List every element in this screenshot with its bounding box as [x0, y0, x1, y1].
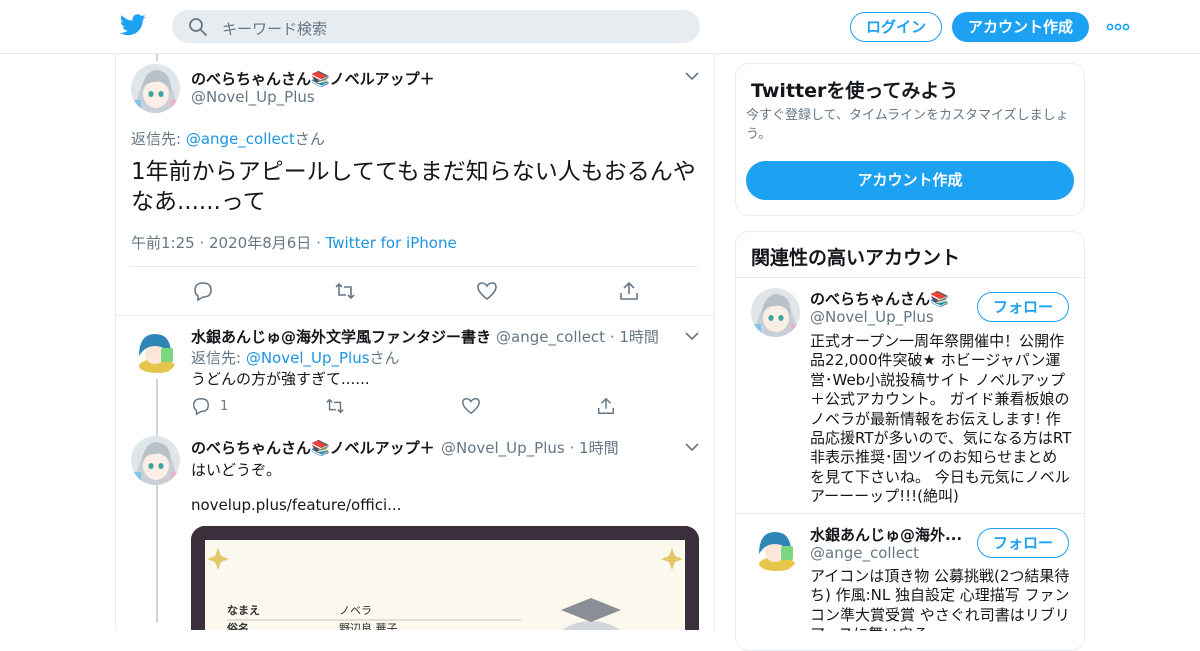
like-icon[interactable] — [461, 396, 481, 416]
login-button[interactable]: ログイン — [850, 12, 942, 42]
reply-time[interactable]: 1時間 — [619, 328, 659, 346]
top-navigation-bar: キーワード検索 ログイン アカウント作成 — [0, 0, 1200, 54]
reply-author-handle[interactable]: @Novel_Up_Plus — [441, 439, 565, 457]
reply-author-handle-and-time: @Novel_Up_Plus · 1時間 — [441, 437, 619, 458]
media-value: ノベラ — [339, 604, 372, 617]
tweet-author-handle[interactable]: @Novel_Up_Plus — [191, 88, 315, 106]
like-icon[interactable] — [476, 280, 498, 302]
card-subtitle: 今すぐ登録して、タイムラインをカスタマイズしましょう。 — [746, 108, 1069, 142]
tweet-text: 1年前からアピールしててもまだ知らない人もおるんやなあ......って — [131, 159, 696, 215]
avatar-image — [751, 524, 800, 573]
search-box[interactable]: キーワード検索 — [172, 10, 700, 43]
divider — [736, 513, 1084, 514]
account-name[interactable]: のべらちゃんさん📚 — [810, 288, 949, 309]
tweet-thread-column: のべらちゃんさん📚ノベルアップ＋ @Novel_Up_Plus 返信先: @an… — [115, 54, 715, 630]
reply-suffix: さん — [294, 130, 325, 148]
follow-button[interactable]: フォロー — [977, 528, 1069, 558]
avatar[interactable] — [751, 524, 800, 573]
reply-icon[interactable] — [192, 280, 214, 302]
tweet-author-name[interactable]: のべらちゃんさん📚ノベルアップ＋ — [191, 68, 435, 89]
twitter-bird-icon[interactable] — [120, 14, 146, 36]
tweet-metadata: 午前1:25 · 2020年8月6日 · Twitter for iPhone — [131, 232, 457, 253]
reply-context: 返信先: @Novel_Up_Plusさん — [191, 347, 400, 368]
meta-separator: · — [564, 439, 580, 457]
signup-button[interactable]: アカウント作成 — [746, 161, 1074, 200]
avatar-image — [131, 436, 180, 485]
media-value: 野辺良 華子 — [339, 621, 398, 630]
account-handle[interactable]: @Novel_Up_Plus — [810, 308, 934, 326]
media-label: 俗名 — [226, 621, 249, 630]
reply-icon[interactable] — [191, 396, 211, 416]
avatar[interactable] — [131, 326, 180, 375]
reply-context: 返信先: @ange_collectさん — [131, 128, 325, 149]
account-bio: 正式オープン一周年祭開催中！公開作品22,000件突破★ ホビージャパン運営･W… — [810, 332, 1072, 506]
card-title: Twitterを使ってみよう — [751, 80, 959, 102]
search-icon — [189, 18, 207, 36]
reply-prefix: 返信先: — [191, 349, 246, 367]
reply-handle-link[interactable]: @Novel_Up_Plus — [246, 349, 370, 367]
reply-author-name[interactable]: のべらちゃんさん📚ノベルアップ＋ — [191, 437, 435, 458]
reply-handle-link[interactable]: @ange_collect — [186, 130, 295, 148]
media-image: なまえ ノベラ 俗名 野辺良 華子 — [191, 526, 699, 630]
tweet-media-image[interactable]: なまえ ノベラ 俗名 野辺良 華子 — [191, 526, 699, 630]
divider — [129, 266, 699, 267]
reply-count: 1 — [220, 399, 229, 414]
signup-button[interactable]: アカウント作成 — [952, 12, 1089, 42]
follow-button[interactable]: フォロー — [977, 292, 1069, 322]
more-options-icon[interactable] — [1106, 22, 1130, 32]
account-handle[interactable]: @ange_collect — [810, 544, 919, 562]
avatar-image — [751, 288, 800, 337]
thread-connector-line — [156, 379, 158, 623]
thread-connector-line — [156, 54, 158, 61]
divider — [736, 277, 1084, 278]
card-title: 関連性の高いアカウント — [751, 247, 961, 269]
meta-separator: · — [199, 234, 210, 252]
chevron-down-icon[interactable] — [685, 442, 699, 452]
related-accounts-card: 関連性の高いアカウント のべらちゃんさん📚 @Novel_Up_Plus フォロ… — [735, 231, 1085, 651]
meta-separator: · — [605, 328, 620, 346]
avatar[interactable] — [131, 64, 180, 113]
reply-text: うどんの方が強すぎて...... — [191, 370, 370, 388]
reply-author-name[interactable]: 水銀あんじゅ@海外文学風ファンタジー書き — [191, 326, 491, 347]
retweet-icon[interactable] — [325, 396, 345, 416]
chevron-down-icon[interactable] — [685, 71, 699, 81]
chevron-down-icon[interactable] — [685, 331, 699, 341]
avatar[interactable] — [131, 436, 180, 485]
divider — [116, 315, 714, 316]
try-twitter-card: Twitterを使ってみよう 今すぐ登録して、タイムラインをカスタマイズしましょ… — [735, 63, 1085, 216]
avatar-image — [131, 64, 180, 113]
meta-separator: · — [316, 234, 326, 252]
account-bio: アイコンは頂き物 公募挑戦(2つ結果待ち) 作風:NL 独自設定 心理描写 ファ… — [810, 567, 1070, 631]
media-label: なまえ — [227, 604, 260, 617]
tweet-source-link[interactable]: Twitter for iPhone — [326, 234, 457, 252]
reply-text: はいどうぞ。 — [191, 461, 282, 479]
retweet-icon[interactable] — [334, 280, 356, 302]
reply-author-handle-and-time: @ange_collect · 1時間 — [496, 326, 659, 347]
tweet-link[interactable]: novelup.plus/feature/offici... — [191, 496, 401, 514]
tweet-date[interactable]: 2020年8月6日 — [209, 234, 311, 252]
reply-time[interactable]: 1時間 — [579, 439, 619, 457]
share-icon[interactable] — [596, 396, 616, 416]
avatar-image — [131, 326, 180, 375]
account-name[interactable]: 水銀あんじゅ@海外... — [810, 524, 962, 545]
search-placeholder: キーワード検索 — [222, 20, 328, 38]
share-icon[interactable] — [618, 280, 640, 302]
reply-suffix: さん — [369, 349, 400, 367]
tweet-time[interactable]: 午前1:25 — [131, 234, 195, 252]
avatar[interactable] — [751, 288, 800, 337]
reply-prefix: 返信先: — [131, 130, 186, 148]
reply-author-handle[interactable]: @ange_collect — [496, 328, 605, 346]
